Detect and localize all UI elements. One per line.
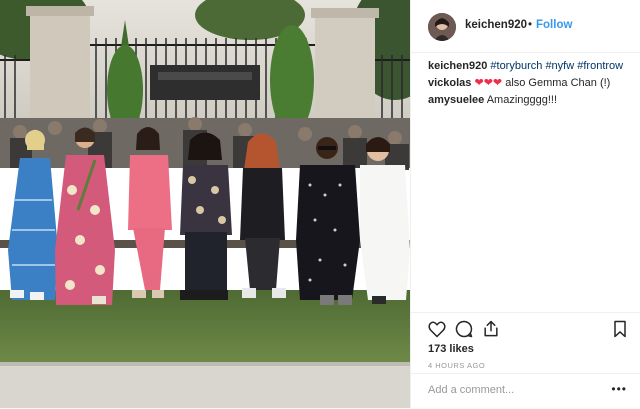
likes-count[interactable]: 173 likes bbox=[428, 343, 474, 355]
comments-list: keichen920 #toryburch #nyfw #frontrow vi… bbox=[428, 58, 633, 109]
caption: keichen920 #toryburch #nyfw #frontrow bbox=[428, 58, 633, 75]
hashtag[interactable]: #frontrow bbox=[577, 60, 623, 72]
hashtag[interactable]: #nyfw bbox=[545, 60, 574, 72]
comment-icon[interactable] bbox=[454, 319, 474, 339]
post-sidebar: keichen920 • Follow keichen920 #toryburc… bbox=[410, 0, 640, 408]
bookmark-icon[interactable] bbox=[610, 319, 630, 339]
comment-input[interactable] bbox=[428, 384, 598, 396]
post-photo[interactable] bbox=[0, 0, 410, 408]
comment: amysuelee Amazingggg!!! bbox=[428, 92, 633, 109]
post-header: keichen920 • Follow bbox=[411, 0, 640, 53]
post-username[interactable]: keichen920 bbox=[465, 19, 527, 31]
comment-author[interactable]: keichen920 bbox=[428, 60, 487, 72]
follow-button[interactable]: Follow bbox=[536, 19, 572, 31]
add-comment-bar: ••• bbox=[411, 373, 640, 409]
hashtag[interactable]: #toryburch bbox=[490, 60, 542, 72]
instagram-post: keichen920 • Follow keichen920 #toryburc… bbox=[0, 0, 640, 408]
comment: vickolas ❤❤❤ also Gemma Chan (!) bbox=[428, 75, 633, 92]
share-icon[interactable] bbox=[481, 319, 501, 339]
more-options-icon[interactable]: ••• bbox=[611, 382, 627, 396]
post-timestamp[interactable]: 4 HOURS AGO bbox=[428, 361, 485, 370]
comment-author[interactable]: vickolas bbox=[428, 77, 471, 89]
heart-icon[interactable] bbox=[427, 319, 447, 339]
avatar-image bbox=[428, 13, 456, 41]
comment-text: also Gemma Chan (!) bbox=[502, 77, 611, 89]
comment-text: Amazingggg!!! bbox=[484, 94, 558, 106]
heart-emoji: ❤❤❤ bbox=[474, 77, 503, 89]
front-row-photo bbox=[0, 0, 410, 408]
avatar[interactable] bbox=[428, 13, 456, 41]
comment-author[interactable]: amysuelee bbox=[428, 94, 484, 106]
separator-dot: • bbox=[528, 19, 533, 31]
